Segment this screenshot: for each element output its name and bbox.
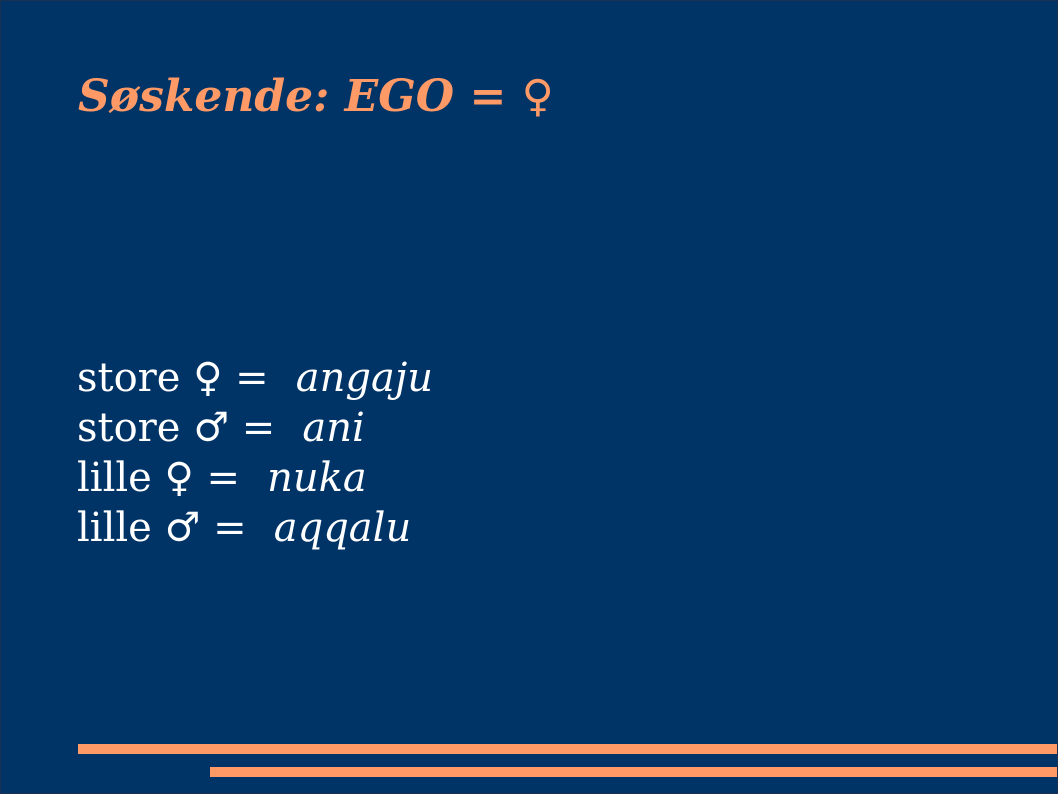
kinship-term: nuka xyxy=(267,455,367,501)
term-prefix: lille ♂ = xyxy=(77,505,247,551)
list-item: store ♂ = ani xyxy=(77,403,837,453)
list-item: lille ♂ = aqqalu xyxy=(77,503,837,553)
kinship-term-list: store ♀ = angaju store ♂ = ani lille ♀ =… xyxy=(77,353,837,553)
term-prefix: lille ♀ = xyxy=(77,455,241,501)
kinship-term: angaju xyxy=(295,355,433,401)
presentation-slide: Søskende: EGO = ♀ store ♀ = angaju store… xyxy=(0,0,1058,794)
kinship-term: aqqalu xyxy=(273,505,412,551)
kinship-term: ani xyxy=(302,405,365,451)
slide-title: Søskende: EGO = ♀ xyxy=(78,71,554,122)
term-prefix: store ♀ = xyxy=(77,355,269,401)
term-prefix: store ♂ = xyxy=(77,405,276,451)
list-item: lille ♀ = nuka xyxy=(77,453,837,503)
decorative-top-bar xyxy=(78,744,1057,754)
list-item: store ♀ = angaju xyxy=(77,353,837,403)
decorative-bottom-bar xyxy=(210,767,1057,777)
